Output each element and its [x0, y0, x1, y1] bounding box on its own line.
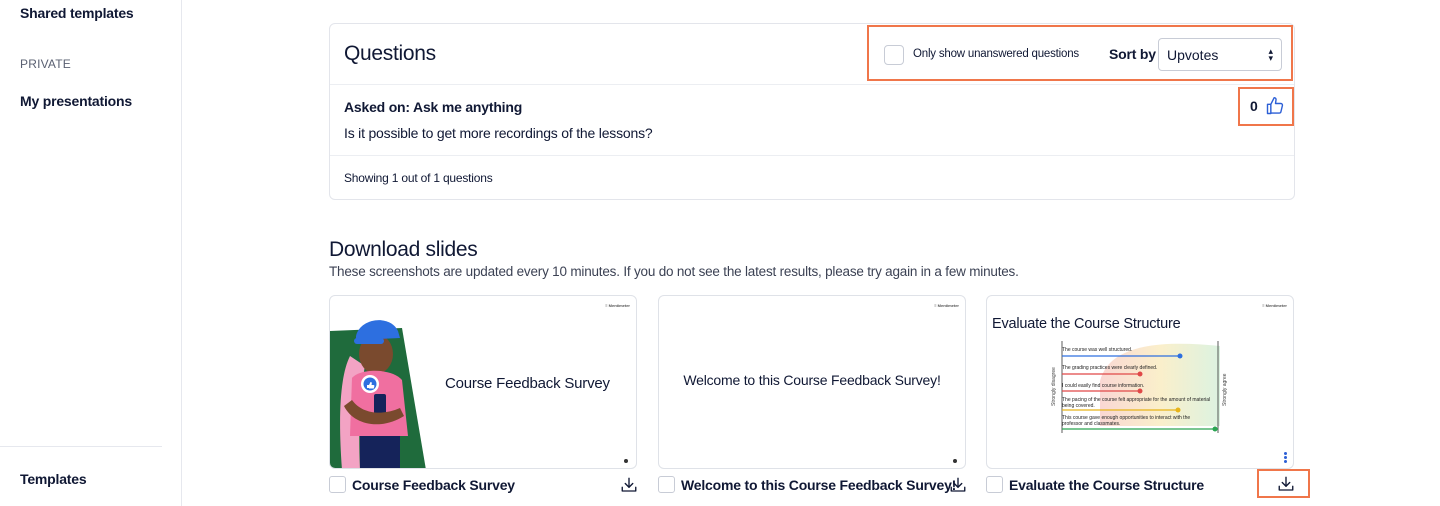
sidebar: Shared templates PRIVATE My presentation…: [0, 0, 182, 506]
likert-statements: The course was well structured. The grad…: [1062, 343, 1222, 433]
mentimeter-logo: ≡ Mentimeter: [605, 303, 630, 308]
sidebar-item-templates[interactable]: Templates: [20, 471, 87, 487]
slide-caption-text: Course Feedback Survey: [352, 477, 515, 493]
slide-thumb-title: Welcome to this Course Feedback Survey!: [683, 372, 941, 388]
download-slides-subtitle: These screenshots are updated every 10 m…: [329, 264, 1019, 279]
slide-thumbnail[interactable]: ≡ Mentimeter Evaluate the Course Structu…: [986, 295, 1294, 469]
unanswered-filter-checkbox[interactable]: [884, 45, 904, 65]
upvote-count: 0: [1250, 98, 1258, 114]
select-arrows-icon: ▴ ▾: [1268, 46, 1273, 63]
question-row: Asked on: Ask me anything Is it possible…: [330, 85, 1294, 156]
download-icon[interactable]: [620, 476, 638, 494]
download-slides-title: Download slides: [329, 238, 478, 261]
sort-by-label: Sort by: [1109, 46, 1156, 62]
likert-statement: The pacing of the course felt appropriat…: [1062, 397, 1211, 409]
slide-select-checkbox[interactable]: [986, 476, 1003, 493]
questions-header: Questions Only show unanswered questions…: [330, 24, 1294, 85]
download-icon[interactable]: [949, 476, 967, 494]
mentimeter-logo: ≡ Mentimeter: [934, 303, 959, 308]
slide-thumb-title: Evaluate the Course Structure: [992, 316, 1181, 332]
questions-filter-bar: Only show unanswered questions Sort by U…: [867, 25, 1293, 81]
slide-indicator: [953, 459, 957, 463]
mentimeter-logo: ≡ Mentimeter: [1262, 303, 1287, 308]
sidebar-item-my-presentations[interactable]: My presentations: [20, 93, 132, 109]
thumbs-up-icon: [1266, 96, 1284, 115]
sort-select[interactable]: Upvotes ▴ ▾: [1158, 38, 1282, 71]
slide-caption-text: Evaluate the Course Structure: [1009, 477, 1204, 493]
upvote-button[interactable]: 0: [1238, 87, 1294, 126]
questions-title: Questions: [344, 42, 436, 65]
sidebar-item-shared-templates[interactable]: Shared templates: [20, 5, 134, 21]
slide-select-checkbox[interactable]: [658, 476, 675, 493]
slide-thumbnail[interactable]: ≡ Mentimeter Course Feedback Survey: [329, 295, 637, 469]
scale-left-label: Strongly disagree: [1051, 367, 1057, 406]
person-illustration: [330, 320, 426, 468]
likert-statement: The grading practices were clearly defin…: [1062, 365, 1158, 371]
vertical-dots-icon: [1284, 452, 1287, 463]
download-icon[interactable]: [1277, 475, 1295, 493]
slide-thumbnail[interactable]: ≡ Mentimeter Welcome to this Course Feed…: [658, 295, 966, 469]
slide-caption-text: Welcome to this Course Feedback Survey!: [681, 477, 957, 493]
likert-statement: The course was well structured.: [1062, 347, 1133, 353]
sidebar-divider: [0, 446, 162, 447]
question-source: Asked on: Ask me anything: [344, 99, 523, 115]
likert-statement: This course gave enough opportunities to…: [1062, 415, 1191, 427]
questions-count: Showing 1 out of 1 questions: [344, 171, 493, 185]
sort-select-value: Upvotes: [1167, 47, 1219, 63]
slide-indicator: [624, 459, 628, 463]
question-text: Is it possible to get more recordings of…: [344, 125, 653, 141]
slide-select-checkbox[interactable]: [329, 476, 346, 493]
slide-thumb-title: Course Feedback Survey: [445, 375, 610, 392]
scale-right-label: Strongly agree: [1222, 373, 1228, 406]
unanswered-filter-label[interactable]: Only show unanswered questions: [913, 48, 1079, 60]
sidebar-section-private: PRIVATE: [20, 57, 71, 71]
questions-card: Questions Only show unanswered questions…: [329, 23, 1295, 200]
likert-statement: I could easily find course information.: [1062, 383, 1145, 389]
